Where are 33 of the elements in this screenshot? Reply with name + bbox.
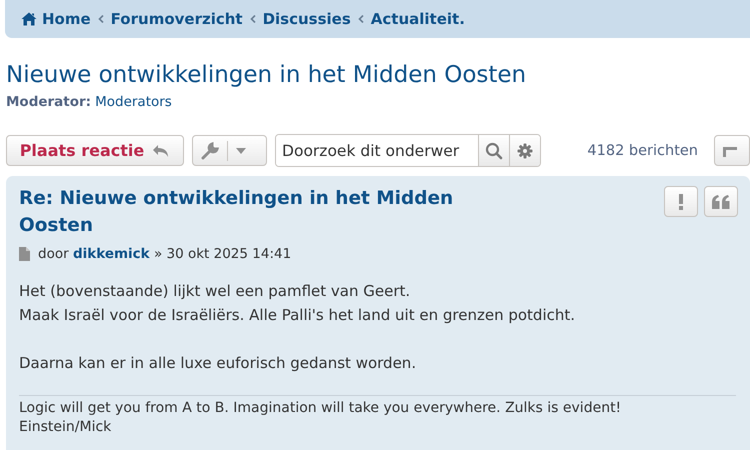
wrench-icon	[200, 142, 219, 160]
post-paragraph: Daarna kan er in alle luxe euforisch gedanst worden.	[19, 352, 418, 374]
reply-arrow-icon	[152, 144, 170, 158]
caret-icon	[236, 148, 246, 154]
search-icon[interactable]	[478, 135, 510, 166]
post-title[interactable]: Re: Nieuwe ontwikkelingen in het Midden Oosten	[19, 186, 479, 240]
tools-button[interactable]	[192, 135, 268, 166]
pagination-button[interactable]	[714, 135, 750, 166]
post-count: 4182 berichten	[587, 142, 698, 158]
reply-button[interactable]: Plaats reactie	[6, 135, 184, 166]
chevron-icon	[358, 15, 364, 23]
breadcrumb-link[interactable]: Actualiteit.	[370, 10, 465, 28]
post-byline: door dikkemick » 30 okt 2025 14:41	[38, 246, 292, 262]
chevron-icon	[98, 15, 104, 23]
quote-icon	[712, 194, 730, 208]
moderator-link[interactable]: Moderators	[95, 94, 172, 110]
breadcrumb-link[interactable]: Forumoverzicht	[110, 10, 243, 28]
moderator-label: Moderator:	[6, 94, 92, 110]
corner-icon	[723, 144, 737, 156]
topic-title[interactable]: Nieuwe ontwikkelingen in het Midden Oosten	[6, 62, 750, 88]
home-icon[interactable]	[21, 12, 37, 26]
search-field[interactable]: Doorzoek dit onderwer	[275, 134, 542, 167]
quote-button[interactable]	[704, 186, 738, 217]
chevron-icon	[250, 15, 256, 23]
signature: Logic will get you from A to B. Imagination will take you everywhere. Zulks is evident! Einstein/Mick	[19, 394, 736, 438]
post-paragraph: Het (bovenstaande) lijkt wel een pamflet van Geert. Maak Israël voor de Israëliërs. Alle Palli's het land uit en grenzen potdicht.	[19, 280, 576, 326]
exclamation-icon	[678, 194, 684, 210]
report-button[interactable]	[664, 186, 698, 217]
settings-icon[interactable]	[509, 135, 540, 166]
breadcrumb-link[interactable]: Home	[21, 10, 91, 28]
breadcrumb-link[interactable]: Discussies	[262, 10, 351, 28]
document-icon	[19, 246, 30, 261]
author-link[interactable]: dikkemick	[72, 246, 150, 262]
